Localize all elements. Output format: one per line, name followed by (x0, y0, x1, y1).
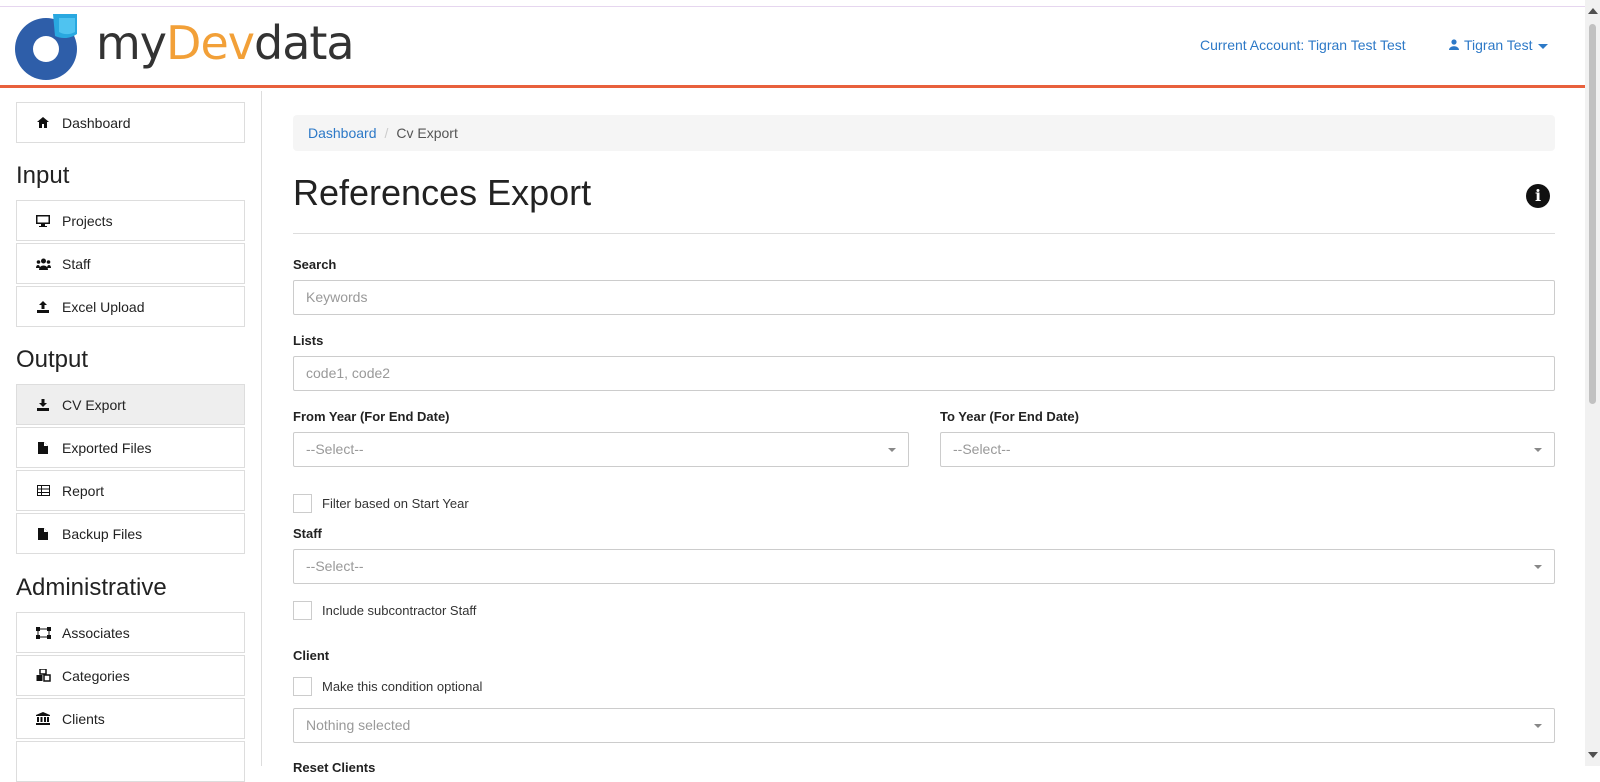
upload-icon (34, 300, 52, 313)
download-icon (34, 398, 52, 411)
sidebar: Dashboard Input Projects Staff Excel Upl… (0, 91, 262, 782)
include-subcontractor-checkbox[interactable]: Include subcontractor Staff (293, 601, 476, 620)
checkbox-box[interactable] (293, 677, 312, 696)
section-heading-input: Input (16, 162, 70, 189)
table-icon (34, 485, 52, 496)
client-select[interactable]: Nothing selected (293, 708, 1555, 743)
sidebar-item-excel-upload[interactable]: Excel Upload (16, 286, 245, 327)
section-heading-administrative: Administrative (16, 574, 167, 601)
checkbox-box[interactable] (293, 601, 312, 620)
top-strip (0, 0, 1585, 7)
client-label: Client (293, 648, 330, 663)
user-icon (1449, 37, 1459, 53)
from-year-label: From Year (For End Date) (293, 409, 450, 424)
chevron-down-icon (1538, 43, 1549, 49)
scroll-down-icon[interactable] (1588, 752, 1598, 758)
sidebar-item-clients[interactable]: Clients (16, 698, 245, 739)
sidebar-item-projects[interactable]: Projects (16, 200, 245, 241)
current-account-link[interactable]: Current Account: Tigran Test Test (1200, 37, 1406, 53)
scrollbar-thumb[interactable] (1589, 24, 1596, 404)
mydevdata-logo[interactable]: myDevdata (13, 12, 355, 80)
cubes-icon (34, 669, 52, 682)
file-icon (34, 527, 52, 540)
monitor-icon (34, 214, 52, 227)
sidebar-item-exported-files[interactable]: Exported Files (16, 427, 245, 468)
staff-select[interactable]: --Select-- (293, 549, 1555, 584)
breadcrumb-separator: / (384, 125, 389, 141)
bank-icon (34, 712, 52, 725)
network-icon (34, 626, 52, 639)
section-heading-output: Output (16, 346, 89, 373)
sidebar-item-associates[interactable]: Associates (16, 612, 245, 653)
checkbox-box[interactable] (293, 494, 312, 513)
to-year-label: To Year (For End Date) (940, 409, 1079, 424)
from-year-select[interactable]: --Select-- (293, 432, 909, 467)
dropdown-arrow-icon (1534, 724, 1542, 728)
page-title: References Export (293, 172, 592, 213)
title-divider (293, 233, 1555, 234)
staff-label: Staff (293, 526, 322, 541)
sidebar-item-cv-export[interactable]: CV Export (16, 384, 245, 425)
info-icon[interactable]: i (1526, 184, 1550, 208)
users-icon (34, 258, 52, 270)
logo-mark-icon (15, 14, 77, 80)
page-scrollbar[interactable] (1585, 0, 1600, 766)
reset-clients-label: Reset Clients (293, 760, 376, 775)
logo-text: myDevdata (96, 16, 355, 70)
breadcrumb-dashboard-link[interactable]: Dashboard (308, 125, 377, 141)
search-label: Search (293, 257, 337, 272)
app-header: myDevdata Current Account: Tigran Test T… (0, 7, 1585, 88)
home-icon (34, 117, 52, 128)
file-icon (34, 441, 52, 454)
dropdown-arrow-icon (1534, 565, 1542, 569)
client-optional-checkbox[interactable]: Make this condition optional (293, 677, 482, 696)
sidebar-item-staff[interactable]: Staff (16, 243, 245, 284)
sidebar-item-categories[interactable]: Categories (16, 655, 245, 696)
dropdown-arrow-icon (888, 448, 896, 452)
lists-input[interactable]: code1, code2 (293, 356, 1555, 391)
sidebar-item-backup-files[interactable]: Backup Files (16, 513, 245, 554)
sidebar-item-dashboard[interactable]: Dashboard (16, 102, 245, 143)
dropdown-arrow-icon (1534, 448, 1542, 452)
search-input[interactable]: Keywords (293, 280, 1555, 315)
breadcrumb: Dashboard / Cv Export (293, 115, 1555, 151)
sidebar-item-more[interactable] (16, 741, 245, 782)
breadcrumb-current: Cv Export (396, 125, 458, 141)
to-year-select[interactable]: --Select-- (940, 432, 1555, 467)
sidebar-item-report[interactable]: Report (16, 470, 245, 511)
lists-label: Lists (293, 333, 324, 348)
filter-start-year-checkbox[interactable]: Filter based on Start Year (293, 494, 469, 513)
scroll-up-icon[interactable] (1588, 8, 1598, 14)
user-menu[interactable]: Tigran Test (1449, 37, 1549, 53)
user-name: Tigran Test (1464, 37, 1533, 53)
